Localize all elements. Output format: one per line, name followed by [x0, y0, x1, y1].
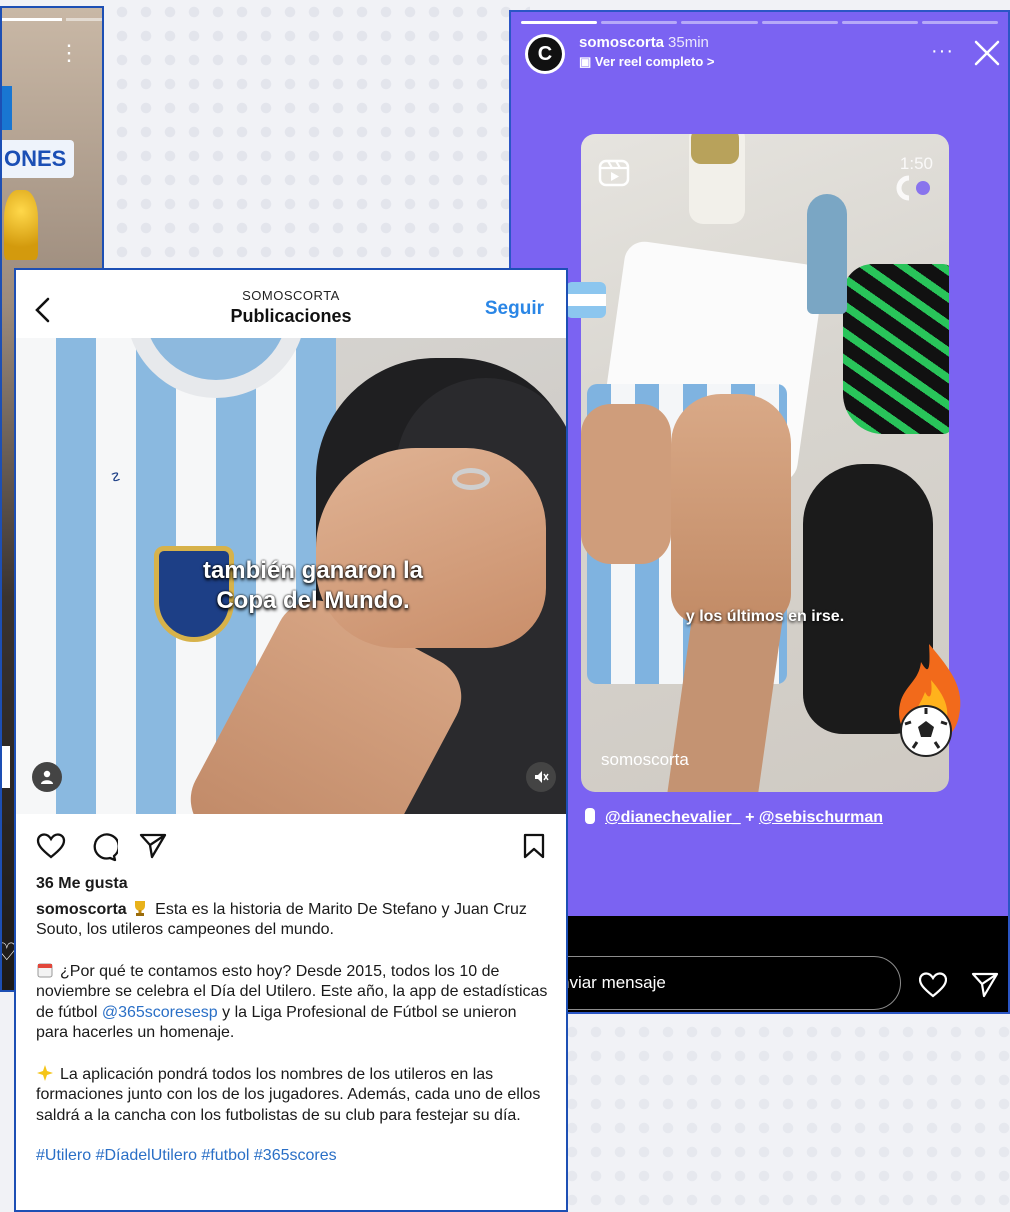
post-video[interactable]: ∿ también ganaron la Copa del Mundo.: [16, 338, 566, 814]
story-time: 35min: [668, 34, 709, 51]
video-caption: también ganaron la Copa del Mundo.: [16, 556, 566, 616]
sparkle-emoji-icon: [37, 1064, 53, 1081]
reel-icon: ▣: [579, 54, 595, 69]
reel-duration: 1:50: [899, 154, 933, 173]
microphone-icon: [585, 808, 595, 824]
caption-paragraph-3: La aplicación pondrá todos los nombres d…: [36, 1064, 548, 1127]
background-dot-pattern: [110, 0, 530, 260]
comment-icon[interactable]: [88, 832, 118, 862]
mute-icon[interactable]: [526, 762, 556, 792]
credit-user-2[interactable]: @sebischurman: [759, 809, 883, 826]
virgin-statue: [807, 194, 847, 314]
view-full-reel-label: Ver reel completo >: [594, 54, 715, 69]
somoscorta-watermark-icon: [896, 175, 930, 201]
hand-left: [581, 404, 671, 564]
more-options-icon[interactable]: ···: [931, 40, 954, 63]
instagram-post-screenshot: SOMOSCORTA Publicaciones Seguir ∿ tambié…: [14, 268, 568, 1212]
calendar-emoji-icon: [37, 963, 53, 977]
hand: [316, 448, 546, 648]
reel-caption: y los últimos en irse.: [685, 608, 845, 625]
like-heart-icon[interactable]: [36, 832, 66, 860]
bookmark-icon[interactable]: [522, 832, 546, 860]
caption-paragraph-1: somoscorta Esta es la historia de Marito…: [36, 899, 548, 941]
account-name: SOMOSCORTA: [242, 288, 340, 303]
video-caption-line-1: también ganaron la: [202, 557, 424, 584]
avatar[interactable]: C: [525, 34, 565, 74]
video-caption-line-2: Copa del Mundo.: [216, 587, 410, 614]
mention-365scoresesp[interactable]: @365scoresesp: [102, 1004, 218, 1021]
trophy-emoji-icon: [135, 900, 146, 916]
somoscorta-logo-icon: C: [528, 37, 562, 71]
heart-icon[interactable]: [919, 972, 947, 998]
audio-credits[interactable]: @dianechevalier_ + @sebischurman: [585, 808, 883, 827]
story-reply-bar: nviar mensaje: [511, 916, 1008, 1012]
tagged-user-icon[interactable]: [32, 762, 62, 792]
text-sticker: [2, 746, 10, 788]
caption-text-3: La aplicación pondrá todos los nombres d…: [36, 1065, 541, 1124]
caption-username[interactable]: somoscorta: [36, 901, 127, 918]
right-story-screenshot: C somoscorta 35min ▣ Ver reel completo > …: [509, 10, 1010, 1014]
story-username[interactable]: somoscorta: [579, 34, 664, 51]
more-options-icon[interactable]: ⋮: [58, 42, 80, 64]
story-user-line[interactable]: somoscorta 35min: [579, 34, 709, 51]
argentina-flag-sticker: [566, 282, 606, 318]
likes-count[interactable]: 36 Me gusta: [36, 874, 548, 895]
follow-button[interactable]: Seguir: [485, 298, 544, 320]
hashtags[interactable]: #Utilero #DíadelUtilero #futbol #365scor…: [36, 1146, 548, 1167]
hand-right: [671, 394, 791, 624]
goalkeeper-glove: [843, 264, 949, 434]
trophy-sticker: [4, 190, 38, 260]
share-icon[interactable]: [138, 832, 168, 860]
close-icon[interactable]: [972, 38, 1002, 68]
credit-user-1[interactable]: @dianechevalier_: [605, 809, 741, 826]
credit-joiner: +: [740, 809, 759, 826]
blue-label-block: [2, 86, 12, 130]
caption-paragraph-2: ¿Por qué te contamos esto hoy? Desde 201…: [36, 961, 548, 1044]
story-title-tag: ONES: [2, 140, 75, 178]
view-full-reel-link[interactable]: ▣ Ver reel completo >: [579, 54, 715, 70]
reels-icon: [598, 159, 630, 187]
soccer-ball-sticker-icon: [900, 705, 952, 757]
reel-watermark: somoscorta: [601, 750, 689, 769]
story-progress-segment: [66, 18, 102, 21]
story-progress-bar: [521, 21, 999, 24]
ring: [452, 468, 490, 490]
post-action-bar: [16, 826, 566, 866]
send-icon[interactable]: [971, 972, 999, 998]
page-title: Publicaciones: [230, 306, 352, 326]
bottle-cap: [691, 134, 739, 164]
story-progress-segment: [2, 18, 62, 21]
post-caption: 36 Me gusta somoscorta Esta es la histor…: [36, 874, 548, 1167]
post-header: SOMOSCORTA Publicaciones Seguir: [16, 270, 566, 338]
background-dot-pattern-bottom: [560, 1020, 1010, 1212]
